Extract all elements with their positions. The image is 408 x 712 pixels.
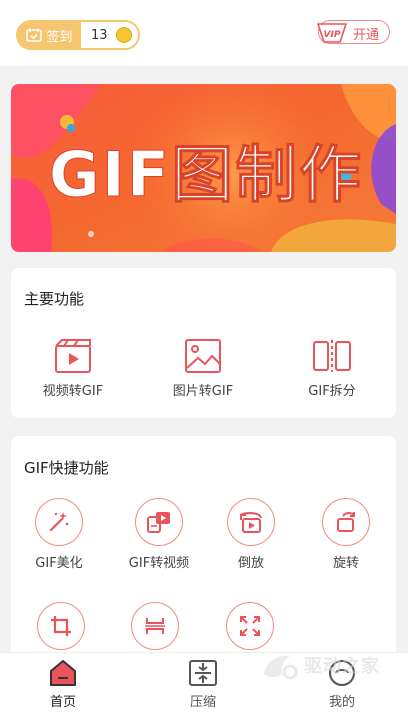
nav-compress-label: 压缩: [189, 695, 216, 710]
rotate-label: 旋转: [332, 556, 359, 571]
vip-badge-text: VIP: [324, 30, 341, 40]
compress-height-circle: [131, 602, 179, 650]
promo-banner[interactable]: GIF图制作: [11, 84, 396, 252]
image-to-gif-button[interactable]: 图片转GIF: [162, 338, 244, 399]
nav-profile[interactable]: 我的: [302, 659, 382, 710]
checkin-button[interactable]: 签到 13: [16, 20, 140, 50]
gif-to-video-button[interactable]: GIF转视频: [117, 498, 201, 571]
nav-profile-label: 我的: [328, 695, 355, 710]
video-to-gif-label: 视频转GIF: [42, 384, 104, 399]
crop-button[interactable]: [35, 602, 87, 656]
main-features-title: 主要功能: [24, 290, 85, 308]
gif-beautify-label: GIF美化: [35, 556, 83, 571]
expand-circle: [226, 602, 274, 650]
checkin-label: 签到: [46, 29, 73, 45]
gif-split-label: GIF拆分: [308, 384, 356, 399]
vip-badge-icon: VIP: [316, 23, 348, 43]
image-icon: [185, 339, 221, 373]
reverse-circle: [227, 498, 275, 546]
profile-icon: [329, 660, 355, 686]
vip-open-label: 开通: [353, 28, 380, 43]
image-to-gif-label: 图片转GIF: [172, 384, 234, 399]
checkin-label-area: 签到: [18, 22, 81, 48]
expand-icon: [240, 616, 260, 636]
top-bar: 签到 13 VIP 开通: [0, 0, 408, 66]
reverse-label: 倒放: [237, 556, 264, 571]
calendar-icon: [26, 28, 43, 42]
main-features-card: 主要功能 视频转GIF 图片转GIF GIF拆分: [11, 268, 396, 418]
rotate-circle: [322, 498, 370, 546]
coin-icon: [116, 27, 132, 43]
compress-icon: [189, 660, 217, 686]
nav-home-label: 首页: [49, 695, 76, 710]
split-icon: [313, 340, 351, 372]
gif-to-video-circle: [135, 498, 183, 546]
vip-open-button[interactable]: VIP 开通: [316, 20, 390, 44]
rotate-button[interactable]: 旋转: [320, 498, 372, 571]
quick-features-title: GIF快捷功能: [24, 459, 109, 477]
magic-wand-icon: [49, 512, 69, 532]
video-film-icon: [55, 339, 91, 373]
checkin-count: 13: [91, 27, 108, 43]
nav-compress[interactable]: 压缩: [163, 659, 243, 710]
video-to-gif-button[interactable]: 视频转GIF: [36, 338, 110, 399]
gif-to-video-label: GIF转视频: [128, 556, 190, 571]
home-icon: [50, 660, 76, 686]
rotate-icon: [337, 512, 355, 532]
nav-home[interactable]: 首页: [23, 659, 103, 710]
banner-art: GIF图制作: [11, 84, 396, 252]
reverse-play-icon: [240, 512, 262, 533]
gif-beautify-circle: [35, 498, 83, 546]
quick-features-card: GIF快捷功能 GIF美化 GIF转视频 倒放 旋转: [11, 436, 396, 686]
crop-circle: [37, 602, 85, 650]
gif-beautify-button[interactable]: GIF美化: [29, 498, 89, 571]
bottom-navigation: 首页 压缩 我的: [0, 652, 408, 712]
reverse-button[interactable]: 倒放: [225, 498, 277, 571]
compress-height-button[interactable]: [129, 602, 181, 656]
gif-to-video-icon: [147, 512, 170, 533]
crop-icon: [51, 616, 71, 636]
gif-split-button[interactable]: GIF拆分: [297, 338, 367, 399]
banner-title: GIF图制作: [49, 138, 363, 211]
compress-vertical-icon: [145, 618, 165, 634]
expand-button[interactable]: [224, 602, 276, 656]
